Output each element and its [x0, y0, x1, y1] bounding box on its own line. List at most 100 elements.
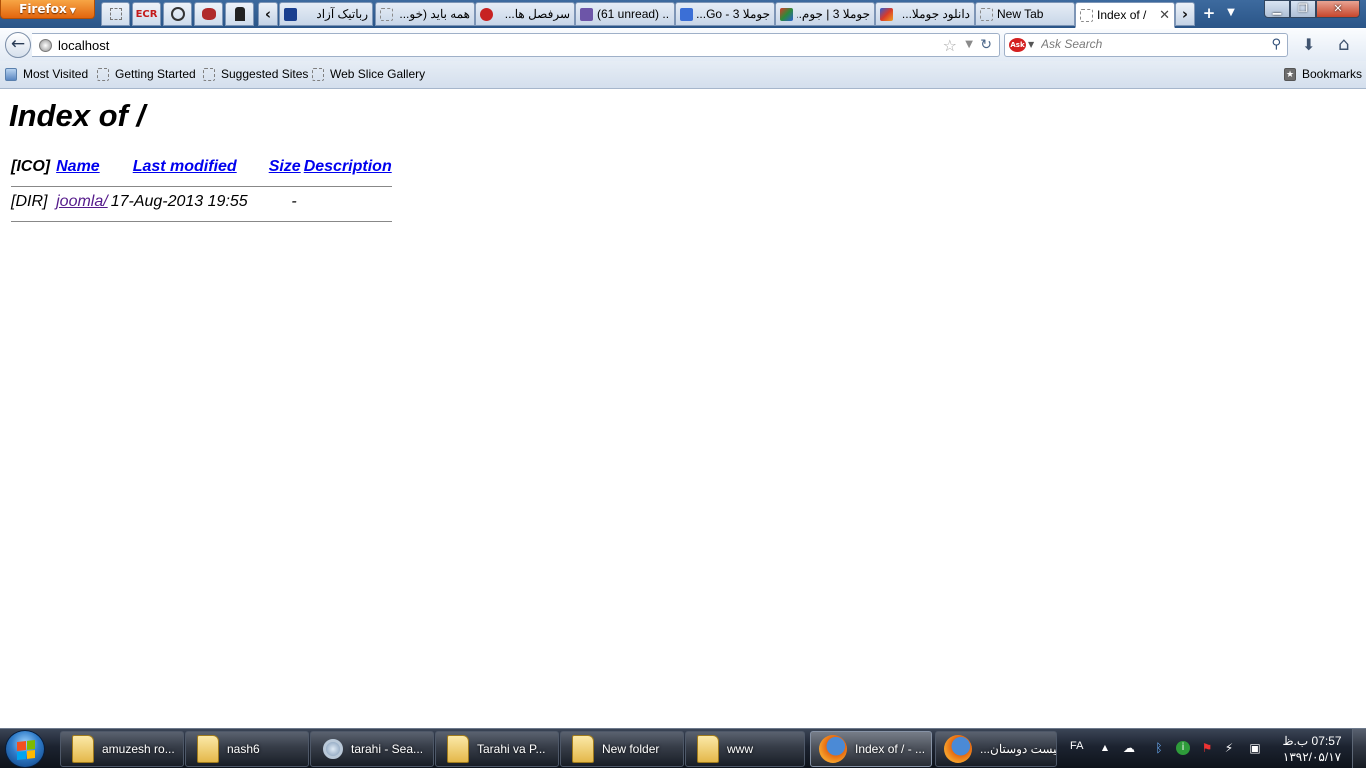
tab-download-joomla[interactable]: دانلود جوملا... — [875, 2, 975, 26]
tab-label: رباتیک آزاد — [316, 7, 368, 21]
sort-by-description-link[interactable]: Description — [304, 158, 392, 175]
bookmarks-star-icon: ★ — [1284, 67, 1296, 81]
close-icon[interactable]: ✕ — [1159, 8, 1170, 23]
close-window-button[interactable]: ✕ — [1316, 0, 1360, 18]
search-input[interactable] — [1041, 37, 1269, 51]
search-icon[interactable]: ⚲ — [1271, 37, 1281, 52]
tab-new-tab[interactable]: New Tab — [975, 2, 1075, 26]
bookmark-star-icon[interactable]: ☆ — [943, 36, 957, 55]
chevron-down-icon: ▼ — [69, 6, 76, 15]
language-indicator[interactable]: FA — [1070, 740, 1083, 752]
folder-icon — [447, 735, 469, 763]
reload-icon[interactable]: ↻ — [980, 37, 992, 53]
site-favicon-icon — [480, 7, 493, 21]
table-header-row: [ICO] Name Last modified Size Descriptio… — [11, 158, 392, 176]
show-hidden-icons-icon[interactable]: ▲ — [1098, 741, 1112, 755]
taskbar-item-friends-list[interactable]: لیست دوستان... — [935, 731, 1057, 767]
search-bar[interactable]: Ask ▼ ⚲ — [1004, 33, 1288, 57]
tab-sarfasl[interactable]: سرفصل ها... — [475, 2, 575, 26]
plus-icon: + — [1202, 4, 1216, 22]
tab-label: Index of / — [1097, 8, 1147, 22]
list-all-tabs-button[interactable]: ▼ — [1221, 4, 1241, 22]
sort-by-last-modified-link[interactable]: Last modified — [133, 158, 237, 175]
url-text[interactable]: localhost — [58, 38, 109, 53]
show-desktop-button[interactable] — [1352, 729, 1366, 768]
clock-time: 07:57 ب.ظ — [1282, 734, 1342, 748]
tab-robatik[interactable]: رباتیک آزاد — [279, 2, 373, 26]
most-visited-icon — [5, 67, 17, 81]
restore-button[interactable]: ❐ — [1290, 0, 1316, 18]
robot-icon — [234, 7, 245, 21]
minimize-icon: ▁ — [1272, 2, 1282, 15]
action-center-flag-icon[interactable]: ⚑ — [1200, 741, 1214, 755]
minimize-button[interactable]: ▁ — [1264, 0, 1290, 18]
power-icon[interactable]: ⚡ — [1222, 741, 1236, 755]
tab-joomla3[interactable]: جوملا 3 | جوم... — [775, 2, 875, 26]
bookmark-web-slice-gallery[interactable]: Web Slice Gallery — [312, 67, 425, 81]
chevron-left-icon: ‹ — [264, 5, 272, 23]
sort-by-name-link[interactable]: Name — [56, 158, 100, 175]
bookmark-label: Most Visited — [23, 67, 89, 81]
clock[interactable]: 07:57 ب.ظ ۱۳۹۲/۰۵/۱۷ — [1277, 733, 1347, 765]
info-icon[interactable]: i — [1176, 741, 1190, 755]
tab-label: دانلود جوملا... — [901, 7, 970, 21]
joomla-icon — [880, 7, 893, 21]
site-favicon-icon — [284, 7, 297, 21]
tab-mail[interactable]: (61 unread) ... — [575, 2, 675, 26]
taskbar-item-tarahi-va[interactable]: Tarahi va P... — [435, 731, 559, 767]
firefox-menu-button[interactable]: Firefox ▼ — [0, 0, 95, 19]
taskbar-item-tarahi-search[interactable]: tarahi - Sea... — [310, 731, 434, 767]
home-icon[interactable]: ⌂ — [1338, 34, 1349, 55]
tab-strip: Firefox ▼ ECR ‹ رباتیک آزاد همه باید (خو.… — [0, 0, 1366, 28]
start-button[interactable] — [5, 730, 45, 768]
tab-google-search[interactable]: جوملا 3 - Go... — [675, 2, 775, 26]
clock-date: ۱۳۹۲/۰۵/۱۷ — [1282, 750, 1342, 764]
row-description — [304, 193, 392, 211]
bookmark-most-visited[interactable]: Most Visited — [5, 67, 88, 81]
row-icon: [DIR] — [11, 193, 48, 210]
app-tab-emblem[interactable] — [194, 2, 223, 26]
windows-taskbar: amuzesh ro... nash6 tarahi - Sea... Tara… — [0, 728, 1366, 768]
taskbar-item-new-folder[interactable]: New folder — [560, 731, 684, 767]
download-icon[interactable]: ⬇ — [1302, 35, 1315, 54]
app-tab-robot[interactable] — [225, 2, 254, 26]
chevron-down-icon[interactable]: ▼ — [1028, 40, 1034, 49]
tab-hame-bayad[interactable]: همه باید (خو... — [375, 2, 475, 26]
ask-engine-icon[interactable]: Ask — [1009, 38, 1026, 52]
bluetooth-icon[interactable]: ᛒ — [1152, 741, 1166, 755]
page-icon — [980, 7, 993, 21]
window-controls: ▁ ❐ ✕ — [1264, 0, 1360, 18]
bookmark-label: Web Slice Gallery — [330, 67, 426, 81]
bookmark-suggested-sites[interactable]: Suggested Sites — [203, 67, 308, 81]
page-title: Index of / — [9, 98, 146, 133]
history-dropdown-icon[interactable]: ▼ — [965, 39, 973, 50]
network-icon[interactable]: ▣ — [1248, 741, 1262, 755]
tab-index-of[interactable]: Index of / ✕ — [1075, 2, 1175, 28]
taskbar-item-amuzesh[interactable]: amuzesh ro... — [60, 731, 184, 767]
bookmarks-menu-button[interactable]: ★ Bookmarks — [1284, 67, 1362, 81]
scroll-tabs-right-button[interactable]: › — [1175, 2, 1195, 26]
bookmark-getting-started[interactable]: Getting Started — [97, 67, 196, 81]
folder-icon — [197, 735, 219, 763]
app-tab-ecr[interactable]: ECR — [132, 2, 161, 26]
search-icon — [323, 739, 343, 759]
chevron-down-icon: ▼ — [1227, 7, 1235, 18]
cloud-icon[interactable]: ☁ — [1122, 741, 1136, 755]
taskbar-item-label: www — [727, 742, 753, 756]
firefox-menu-label: Firefox — [19, 2, 67, 16]
directory-link[interactable]: joomla/ — [56, 193, 108, 210]
app-tab-badge[interactable] — [163, 2, 192, 26]
taskbar-item-index-of[interactable]: Index of / - ... — [810, 731, 932, 767]
tab-label: همه باید (خو... — [399, 7, 470, 21]
new-tab-button[interactable]: + — [1199, 4, 1219, 22]
taskbar-item-nash6[interactable]: nash6 — [185, 731, 309, 767]
joomla-icon — [780, 7, 793, 21]
scroll-tabs-left-button[interactable]: ‹ — [258, 2, 278, 26]
sort-by-size-link[interactable]: Size — [269, 158, 301, 175]
taskbar-item-www[interactable]: www — [685, 731, 805, 767]
app-tab-blank[interactable] — [101, 2, 130, 26]
url-bar[interactable]: localhost ☆ ▼ ↻ — [32, 33, 1000, 57]
page-icon — [1080, 8, 1093, 22]
navigation-toolbar: ← localhost ☆ ▼ ↻ Ask ▼ ⚲ ⬇ ⌂ — [0, 28, 1366, 61]
back-button[interactable]: ← — [5, 32, 31, 58]
